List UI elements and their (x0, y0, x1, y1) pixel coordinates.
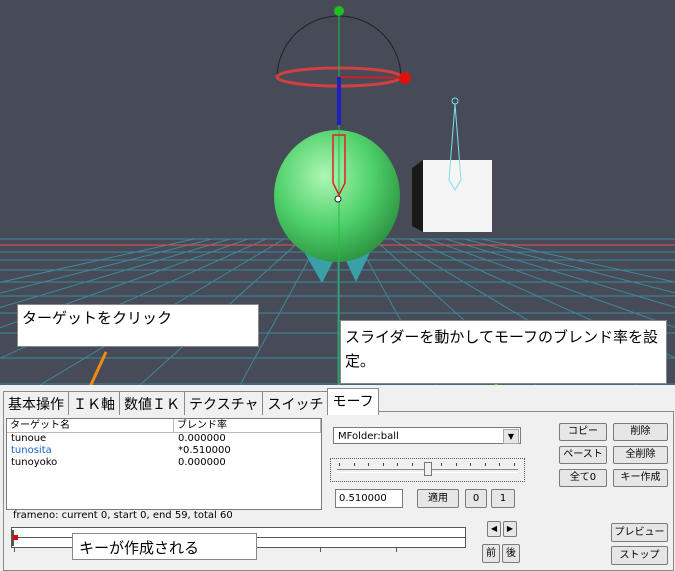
list-item[interactable]: tunoue 0.000000 (7, 433, 321, 445)
delete-all-button[interactable]: 全削除 (613, 446, 668, 464)
blend-rate: 0.000000 (178, 433, 226, 444)
slider-tick (353, 463, 355, 466)
slider-tick (339, 463, 340, 466)
previous-frame-button[interactable]: 前 (482, 544, 500, 563)
set-one-button[interactable]: 1 (491, 489, 515, 508)
column-header-blend-rate[interactable]: ブレンド率 (174, 419, 321, 432)
scroll-left-button[interactable]: ◀ (487, 521, 501, 537)
tab-bar: 基本操作 ＩＫ軸 数値ＩＫ テクスチャ スイッチ モーフ (3, 388, 379, 415)
next-frame-button[interactable]: 後 (502, 544, 520, 563)
slider-tick (514, 463, 515, 466)
stop-button[interactable]: ストップ (611, 546, 668, 565)
slider-tick (484, 463, 486, 466)
copy-button[interactable]: コピー (559, 423, 607, 441)
tab-numeric-ik[interactable]: 数値ＩＫ (119, 391, 185, 415)
target-name: tunoyoko (11, 457, 58, 468)
target-name: tunoue (11, 433, 47, 444)
slider-tick (455, 463, 457, 466)
apply-button[interactable]: 適用 (417, 489, 459, 508)
tab-texture[interactable]: テクスチャ (184, 391, 264, 415)
blend-rate-slider[interactable] (330, 458, 525, 482)
slider-tick (470, 463, 472, 466)
timeline-tick (319, 548, 321, 552)
chevron-down-icon[interactable]: ▼ (503, 429, 519, 444)
morph-folder-value: MFolder:ball (338, 431, 399, 442)
slider-tick (368, 463, 370, 466)
column-header-target-name[interactable]: ターゲット名 (7, 419, 174, 432)
scroll-right-button[interactable]: ▶ (503, 521, 517, 537)
preview-button[interactable]: プレビュー (611, 523, 668, 542)
cube-object (412, 160, 492, 232)
slider-tick (397, 463, 399, 466)
create-key-button[interactable]: キー作成 (613, 469, 668, 487)
set-zero-button[interactable]: 0 (465, 489, 487, 508)
morph-target-list[interactable]: ターゲット名 ブレンド率 tunoue 0.000000 tunosita *0… (6, 418, 322, 510)
delete-button[interactable]: 削除 (613, 423, 668, 441)
blend-rate-input[interactable]: 0.510000 (335, 489, 403, 508)
timeline-tick (14, 548, 15, 552)
tab-basic[interactable]: 基本操作 (3, 391, 69, 415)
tab-morph[interactable]: モーフ (327, 388, 379, 415)
list-header: ターゲット名 ブレンド率 (7, 419, 321, 433)
list-item-selected[interactable]: tunosita *0.510000 (7, 445, 321, 457)
callout-click-target: ターゲットをクリック (17, 304, 259, 347)
tab-switch[interactable]: スイッチ (262, 391, 329, 415)
morph-folder-select[interactable]: MFolder:ball ▼ (333, 427, 521, 444)
slider-tick (382, 463, 384, 466)
list-item[interactable]: tunoyoko 0.000000 (7, 457, 321, 469)
blend-rate: 0.000000 (178, 457, 226, 468)
slider-thumb[interactable] (424, 462, 433, 476)
target-name: tunosita (11, 445, 52, 456)
callout-move-slider: スライダーを動かしてモーフのブレンド率を設定。 (340, 320, 667, 384)
blend-rate: *0.510000 (178, 445, 231, 456)
all-zero-button[interactable]: 全て0 (559, 469, 607, 487)
slider-tick (411, 463, 413, 466)
slider-tick (499, 463, 501, 466)
timeline-tick (396, 548, 398, 552)
paste-button[interactable]: ペースト (559, 446, 607, 464)
tab-ik-axis[interactable]: ＩＫ軸 (68, 391, 120, 415)
frame-info-text: frameno: current 0, start 0, end 59, tot… (13, 510, 233, 521)
callout-key-created: キーが作成される (72, 533, 257, 560)
key-frame-marker[interactable] (13, 535, 18, 540)
slider-tick (441, 463, 443, 466)
